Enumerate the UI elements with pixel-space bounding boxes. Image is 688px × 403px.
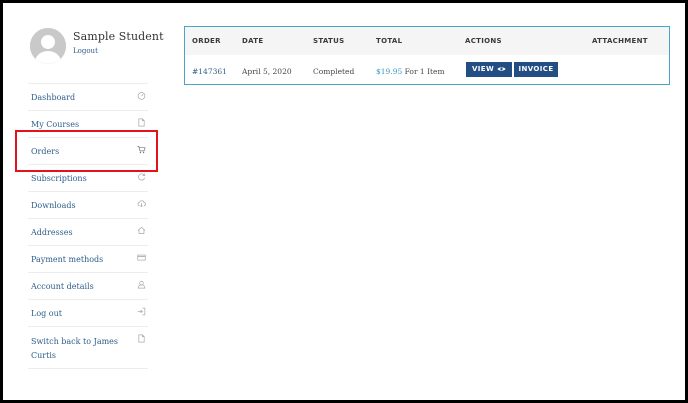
nav-item-label: Account details xyxy=(31,282,94,291)
avatar-placeholder-icon xyxy=(30,28,66,64)
nav-item-my-courses[interactable]: My Courses xyxy=(28,110,148,137)
nav-item-label: Downloads xyxy=(31,201,76,210)
refresh-icon xyxy=(138,173,146,181)
invoice-button[interactable]: INVOICE xyxy=(514,62,558,77)
nav-item-label: Dashboard xyxy=(31,93,76,102)
orders-table: ORDER DATE STATUS TOTAL ACTIONS ATTACHME… xyxy=(184,26,670,85)
column-header-total: TOTAL xyxy=(376,37,403,45)
nav-item-label: Log out xyxy=(31,309,62,318)
nav-item-label: Addresses xyxy=(31,228,73,237)
nav-item-addresses[interactable]: Addresses xyxy=(28,218,148,245)
order-total-price: $19.95 xyxy=(376,67,403,76)
document-icon xyxy=(138,334,145,343)
eye-icon xyxy=(497,66,506,71)
order-status: Completed xyxy=(313,67,355,76)
nav-item-log-out[interactable]: Log out xyxy=(28,299,148,326)
account-navigation: Dashboard My Courses Orders Subscription… xyxy=(28,83,148,370)
nav-item-orders[interactable]: Orders xyxy=(28,137,148,164)
document-icon xyxy=(138,118,145,127)
view-button-label: VIEW xyxy=(471,65,495,73)
column-header-attachment: ATTACHMENT xyxy=(592,37,648,45)
orders-table-header: ORDER DATE STATUS TOTAL ACTIONS ATTACHME… xyxy=(185,27,669,55)
nav-item-label: My Courses xyxy=(31,120,80,129)
nav-item-label: Orders xyxy=(31,147,60,156)
view-order-button[interactable]: VIEW xyxy=(466,62,512,77)
nav-item-subscriptions[interactable]: Subscriptions xyxy=(28,164,148,191)
column-header-date: DATE xyxy=(242,37,264,45)
page: Sample Student Logout Dashboard My Cours… xyxy=(3,3,685,400)
nav-item-downloads[interactable]: Downloads xyxy=(28,191,148,218)
column-header-status: STATUS xyxy=(313,37,345,45)
cart-icon xyxy=(137,145,146,154)
nav-item-label: Switch back to James Curtis xyxy=(31,337,119,360)
invoice-button-label: INVOICE xyxy=(518,65,554,73)
order-total: $19.95 For 1 Item xyxy=(376,67,445,76)
order-total-items: For 1 Item xyxy=(404,67,445,76)
sign-out-icon xyxy=(137,307,146,316)
user-name: Sample Student xyxy=(73,30,164,43)
nav-item-label: Subscriptions xyxy=(31,174,87,183)
nav-item-label: Payment methods xyxy=(31,255,104,264)
column-header-actions: ACTIONS xyxy=(465,37,502,45)
nav-item-account-details[interactable]: Account details xyxy=(28,272,148,299)
nav-item-dashboard[interactable]: Dashboard xyxy=(28,83,148,110)
nav-divider xyxy=(28,368,148,370)
gauge-icon xyxy=(137,92,146,100)
logout-link[interactable]: Logout xyxy=(73,47,98,55)
nav-item-payment-methods[interactable]: Payment methods xyxy=(28,245,148,272)
user-icon xyxy=(137,280,146,289)
credit-card-icon xyxy=(137,254,146,261)
nav-item-switch-back[interactable]: Switch back to James Curtis xyxy=(28,326,148,368)
home-icon xyxy=(137,226,146,235)
cloud-download-icon xyxy=(137,200,146,208)
avatar xyxy=(30,28,66,64)
order-number-link[interactable]: #147361 xyxy=(192,67,227,76)
order-date: April 5, 2020 xyxy=(242,67,292,76)
column-header-order: ORDER xyxy=(192,37,221,45)
